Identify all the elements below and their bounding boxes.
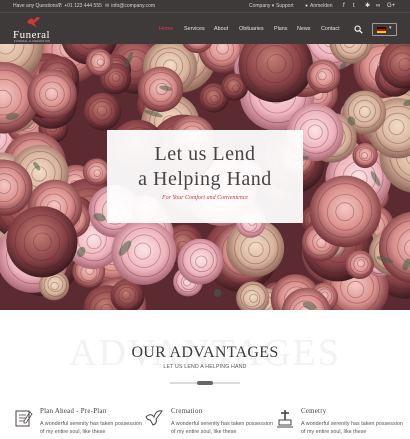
site-header: Funeral FUNERAL & CREMATION Home Service… <box>0 12 410 44</box>
google-plus-icon[interactable]: G+ <box>387 1 395 11</box>
dove-icon <box>145 410 163 426</box>
hero-title-line-2: a Helping Hand <box>138 168 272 190</box>
feature-title-plan-ahead: Plan Ahead - Pre-Plan <box>40 408 107 415</box>
site-logo[interactable]: Funeral FUNERAL & CREMATION <box>13 16 65 43</box>
top-bar: Have any Questions? ✆ +01 123 444 555 ✉ in… <box>0 0 410 12</box>
nav-services[interactable]: Services <box>184 26 205 33</box>
phone-icon: ✆ <box>58 3 63 9</box>
hero-card: Let us Lend a Helping Hand For Your Comf… <box>107 130 303 223</box>
chevron-down-icon: ▾ <box>389 25 392 31</box>
feature-title-cremation: Cremation <box>171 408 203 415</box>
dove-logo-icon <box>27 17 40 27</box>
nav-about[interactable]: About <box>214 26 228 33</box>
login-link[interactable]: ● Anmelden <box>305 3 333 9</box>
yelp-icon[interactable]: ✱ <box>365 1 370 11</box>
hero-banner: Let us Lend a Helping Hand For Your Comf… <box>0 44 410 310</box>
nav-news[interactable]: News <box>297 26 310 33</box>
tombstone-icon <box>277 410 293 428</box>
login-label: Anmelden <box>310 3 333 9</box>
logo-tagline: FUNERAL & CREMATION <box>14 40 51 43</box>
user-icon: ● <box>305 3 309 9</box>
section-divider <box>170 381 240 385</box>
email-link[interactable]: ✉ info@company.com <box>105 3 155 9</box>
german-flag-icon <box>377 27 386 33</box>
facebook-icon[interactable]: f <box>343 1 345 11</box>
nav-obituaries[interactable]: Obituaries <box>239 26 264 33</box>
phone-link[interactable]: ✆ +01 123 444 555 <box>58 3 102 9</box>
phone-number: +01 123 444 555 <box>64 3 102 9</box>
search-icon[interactable] <box>354 25 363 34</box>
hero-title: Let us Lend a Helping Hand <box>107 142 303 192</box>
tripadvisor-icon[interactable]: ∞ <box>376 1 380 11</box>
section-title: OUR ADVANTAGES <box>131 344 279 361</box>
support-link[interactable]: Support <box>276 3 294 9</box>
feature-text-cemetry: A wonderful serenity has taken possessio… <box>301 421 403 435</box>
advantages-section: ADVANTAGES OUR ADVANTAGES LET US LEND A … <box>0 310 410 439</box>
company-menu[interactable]: Company ▾ <box>249 3 274 9</box>
company-menu-label: Company <box>249 3 271 9</box>
feature-text-plan-ahead: A wonderful serenity has taken possessio… <box>40 421 142 435</box>
twitter-icon[interactable]: t <box>353 1 355 11</box>
feature-text-cremation: A wonderful serenity has taken possessio… <box>171 421 273 435</box>
email-address: info@company.com <box>111 3 156 9</box>
chevron-down-icon: ▾ <box>271 3 275 9</box>
language-selector[interactable]: ▾ <box>372 23 397 36</box>
questions-label: Have any Questions? <box>13 3 61 9</box>
divider-knob <box>197 381 213 385</box>
nav-plans[interactable]: Plans <box>274 26 288 33</box>
feature-title-cemetry: Cemetry <box>301 408 327 415</box>
hero-title-line-1: Let us Lend <box>154 143 256 165</box>
hero-subtitle: For Your Comfort and Convenience <box>161 195 249 201</box>
plan-book-icon <box>15 410 33 427</box>
envelope-icon: ✉ <box>105 3 110 9</box>
section-subtitle: LET US LEND A HELPING HAND <box>163 364 247 370</box>
nav-contact[interactable]: Contact <box>321 26 340 33</box>
nav-home[interactable]: Home <box>159 26 173 33</box>
